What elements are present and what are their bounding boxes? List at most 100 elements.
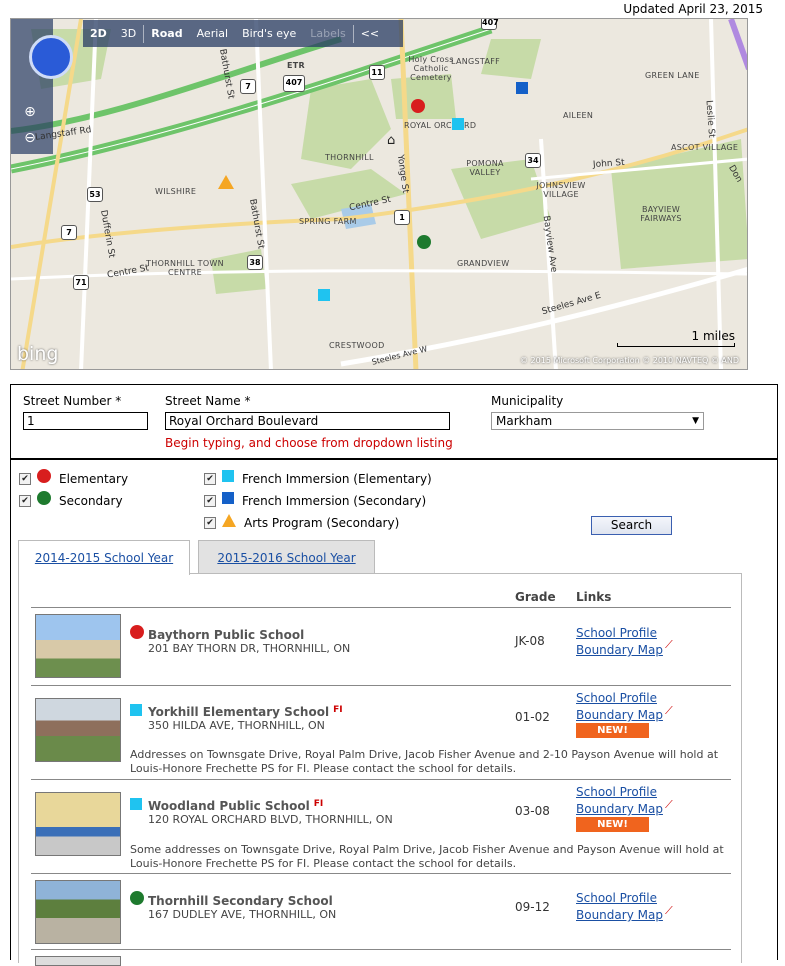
tab-2015-2016[interactable]: 2015-2016 School Year [198,540,375,574]
filter-arts-label: Arts Program (Secondary) [244,516,400,530]
boundary-map-link[interactable]: Boundary Map [576,708,663,722]
school-row: Yorkhill Elementary School FI 350 HILDA A… [31,686,731,780]
tab-2014-2015[interactable]: 2014-2015 School Year [18,540,190,575]
school-name: Baythorn Public School [148,628,305,642]
municipality-label: Municipality [491,394,564,408]
school-row: Woodland Public School FI 120 ROYAL ORCHA… [31,780,731,874]
street-name-input[interactable]: Royal Orchard Boulevard [165,412,450,430]
address-form: Street Number * 1 Street Name * Royal Or… [11,385,777,460]
street-number-input[interactable]: 1 [23,412,148,430]
map-label-langstaff: LANGSTAFF [451,57,501,66]
highway-shield: 1 [394,210,410,225]
fi-tag: FI [333,705,343,715]
highway-shield: 71 [73,275,89,290]
results-header: Grade Links [31,588,731,608]
school-address: 167 DUDLEY AVE, THORNHILL, ON [148,908,337,921]
map-label-royal-orchard: ROYAL ORCHARD [404,121,477,130]
pan-compass-icon[interactable] [29,35,73,79]
zoom-in-icon[interactable]: ⊕ [19,101,41,123]
elementary-school-pin[interactable] [411,99,425,113]
fi-elementary-school-pin[interactable] [318,289,330,301]
school-grade: 09-12 [515,900,550,914]
grade-header: Grade [515,590,556,604]
secondary-icon [130,891,144,905]
map-label-spring-farm: SPRING FARM [299,217,357,226]
checkbox-fi-secondary[interactable]: ✔ [204,495,216,507]
checkbox-secondary[interactable]: ✔ [19,495,31,507]
map-label-thornhill: THORNHILL [325,153,374,162]
pdf-icon[interactable]: ⟋ [665,638,673,652]
birds-eye-button[interactable]: Bird's eye [235,27,303,40]
school-photo [35,698,121,762]
highway-shield: 407 [283,75,305,92]
fi-elementary-icon [130,798,142,810]
filter-secondary[interactable]: ✔ Secondary [19,491,123,508]
school-grade: JK-08 [515,634,545,648]
school-locator-panel: Street Number * 1 Street Name * Royal Or… [10,384,778,966]
labels-button[interactable]: Labels [303,27,352,40]
new-badge: NEW! [576,817,649,832]
aerial-view-button[interactable]: Aerial [190,27,235,40]
road-view-button[interactable]: Road [144,27,189,40]
pdf-icon[interactable]: ⟋ [665,904,673,918]
highway-shield: 34 [525,153,541,168]
school-address: 201 BAY THORN DR, THORNHILL, ON [148,642,351,655]
school-note: Addresses on Townsgate Drive, Royal Palm… [130,748,719,775]
filter-fi-secondary-label: French Immersion (Secondary) [242,494,427,508]
search-button[interactable]: Search [591,516,672,535]
cyan-square-icon [222,470,234,482]
map-label-green-lane: GREEN LANE [645,71,700,80]
school-profile-link[interactable]: School Profile [576,785,657,799]
municipality-select[interactable]: Markham ▼ [491,412,704,430]
school-row: Thornhill Secondary School 167 DUDLEY AV… [31,874,731,950]
pdf-icon[interactable]: ⟋ [665,704,673,718]
highway-shield: 11 [369,65,385,80]
filter-fi-secondary[interactable]: ✔ French Immersion (Secondary) [204,492,427,508]
filter-fi-elementary-label: French Immersion (Elementary) [242,472,432,486]
map-copyright: © 2015 Microsoft Corporation © 2010 NAVT… [520,356,739,365]
links-header: Links [576,590,612,604]
filter-options: ✔ Elementary ✔ Secondary ✔ French Immers… [11,460,777,538]
fi-elementary-icon [130,704,142,716]
school-name-line: Yorkhill Elementary School FI [148,705,343,719]
school-profile-link[interactable]: School Profile [576,626,657,640]
highway-shield: 7 [240,79,256,94]
filter-arts[interactable]: ✔ Arts Program (Secondary) [204,513,400,530]
map-label-ascot-village: ASCOT VILLAGE [671,143,739,152]
view-3d-button[interactable]: 3D [114,27,143,40]
boundary-map-link[interactable]: Boundary Map [576,908,663,922]
map-label-johnsview: JOHNSVIEW VILLAGE [536,181,586,199]
filter-secondary-label: Secondary [59,494,123,508]
map[interactable]: ⊕ ⊖ 2D 3D Road Aerial Bird's eye Labels … [10,18,748,370]
map-label-bayview-fairways: BAYVIEW FAIRWAYS [640,205,682,223]
new-badge: NEW! [576,723,649,738]
municipality-value: Markham [496,414,553,428]
fi-elementary-school-pin[interactable] [452,118,464,130]
school-results: Grade Links Baythorn Public School 201 B… [18,573,742,966]
view-2d-button[interactable]: 2D [83,27,114,40]
fi-secondary-school-pin[interactable] [516,82,528,94]
collapse-toolbar-button[interactable]: << [354,27,386,40]
boundary-map-link[interactable]: Boundary Map [576,643,663,657]
checkbox-fi-elementary[interactable]: ✔ [204,473,216,485]
street-name-label: Street Name * [165,394,251,408]
checkbox-elementary[interactable]: ✔ [19,473,31,485]
school-name: Woodland Public School [148,799,310,813]
school-profile-link[interactable]: School Profile [576,691,657,705]
pdf-icon[interactable]: ⟋ [665,798,673,812]
street-name-hint: Begin typing, and choose from dropdown l… [165,436,453,450]
arts-program-pin[interactable] [218,175,234,189]
school-row [31,950,731,966]
school-profile-link[interactable]: School Profile [576,891,657,905]
school-photo [35,792,121,856]
filter-elementary[interactable]: ✔ Elementary [19,469,128,486]
bing-logo: bing [17,343,59,365]
filter-fi-elementary[interactable]: ✔ French Immersion (Elementary) [204,470,432,486]
map-label-aileen: AILEEN [563,111,594,120]
map-label-etr: ETR [287,61,305,70]
green-circle-icon [37,491,51,505]
boundary-map-link[interactable]: Boundary Map [576,802,663,816]
secondary-school-pin[interactable] [417,235,431,249]
street-number-label: Street Number * [23,394,122,408]
checkbox-arts[interactable]: ✔ [204,517,216,529]
